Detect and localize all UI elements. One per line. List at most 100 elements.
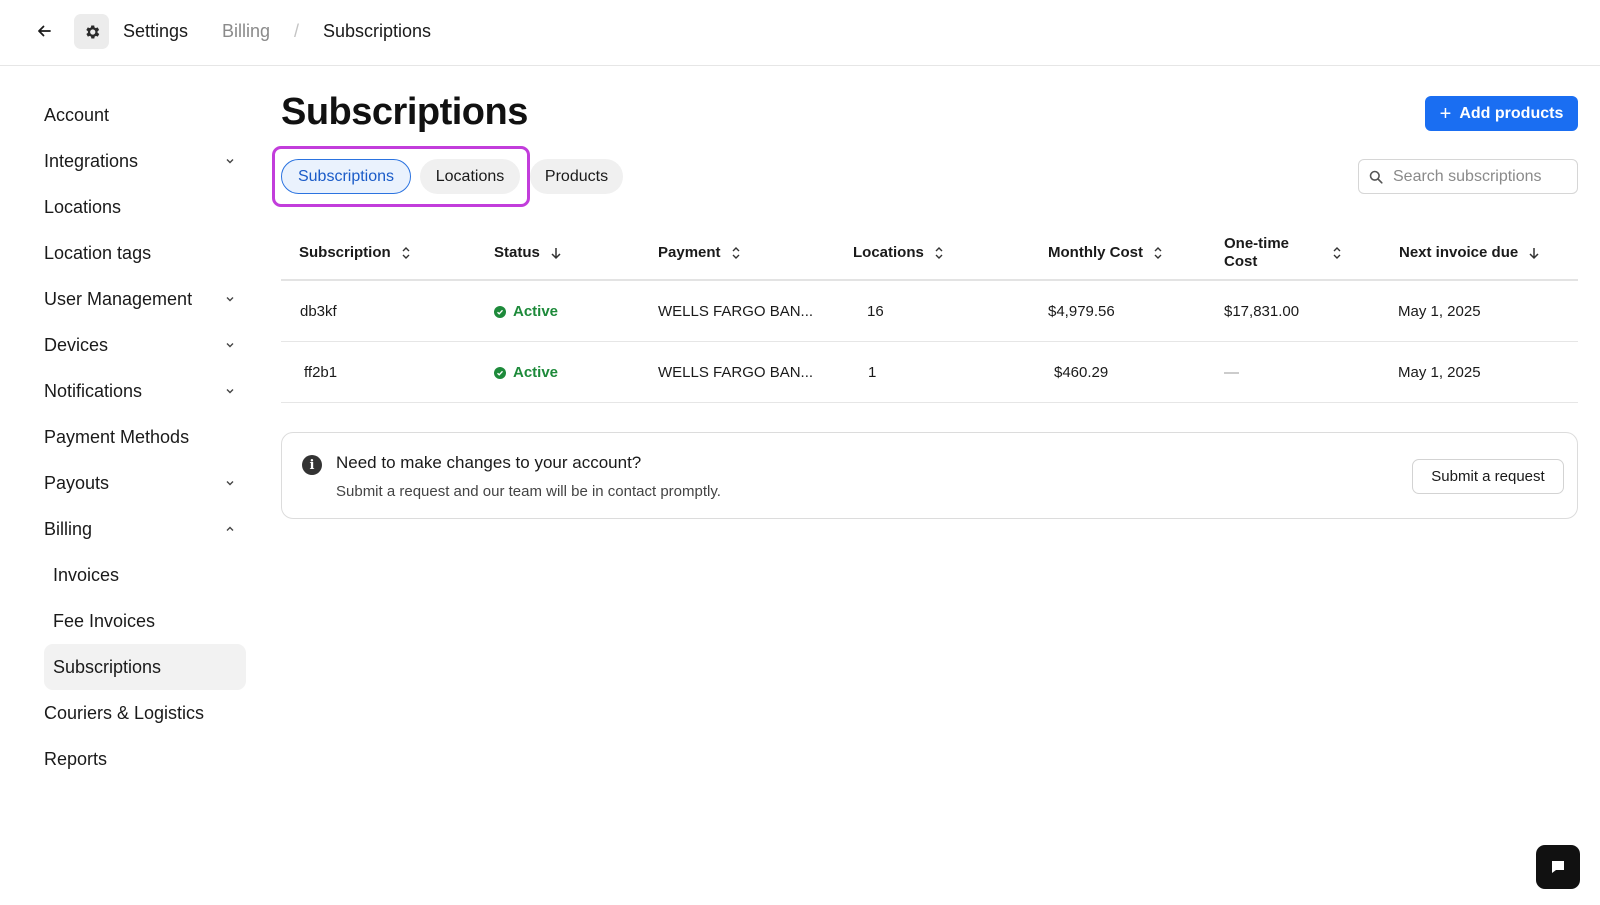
column-header-subscription[interactable]: Subscription xyxy=(299,224,411,281)
gear-icon xyxy=(85,24,99,39)
column-label: Status xyxy=(494,243,540,261)
sidebar-item-billing[interactable]: Billing xyxy=(44,506,246,552)
chat-bubble-icon xyxy=(1552,861,1564,873)
chevron-down-icon xyxy=(226,389,234,394)
column-header-onetime-cost[interactable]: One-time Cost xyxy=(1224,224,1342,281)
sidebar-item-account[interactable]: Account xyxy=(44,92,246,138)
sidebar-item-label: Couriers & Logistics xyxy=(44,702,205,723)
breadcrumb-billing[interactable]: Billing xyxy=(222,20,270,42)
breadcrumb-current: Subscriptions xyxy=(323,21,432,41)
sidebar-item-payment-methods[interactable]: Payment Methods xyxy=(44,414,246,460)
chevron-down-icon xyxy=(226,343,234,348)
sidebar-item-subscriptions[interactable]: Subscriptions xyxy=(44,644,246,690)
sidebar-item-label: Integrations xyxy=(44,150,139,171)
cell-subscription: db3kf xyxy=(300,303,337,320)
table-row[interactable]: ff2b1 Active WELLS FARGO BAN... 1 $460.2… xyxy=(281,342,1578,403)
sidebar-item-couriers-logistics[interactable]: Couriers & Logistics xyxy=(44,690,246,736)
sidebar-item-label: Notifications xyxy=(44,380,143,401)
sidebar-item-user-management[interactable]: User Management xyxy=(44,276,246,322)
back-button[interactable] xyxy=(30,17,58,45)
column-label: Locations xyxy=(853,243,924,261)
cell-next-invoice: May 1, 2025 xyxy=(1398,303,1481,320)
sidebar-item-devices[interactable]: Devices xyxy=(44,322,246,368)
cell-payment: WELLS FARGO BAN... xyxy=(658,364,814,381)
sort-icon xyxy=(1154,246,1162,259)
cell-onetime-cost: $17,831.00 xyxy=(1224,303,1300,320)
cell-locations: 16 xyxy=(867,303,884,320)
breadcrumb-separator: / xyxy=(294,21,300,41)
sidebar-item-locations[interactable]: Locations xyxy=(44,184,246,230)
subscriptions-table: Subscription Status Payment Locations Mo… xyxy=(281,224,1578,403)
chat-button[interactable] xyxy=(1536,845,1580,889)
arrow-down-icon xyxy=(1529,247,1539,259)
chevron-down-icon xyxy=(226,481,234,486)
arrow-down-icon xyxy=(551,247,561,259)
sidebar-item-notifications[interactable]: Notifications xyxy=(44,368,246,414)
sidebar-item-label: Payouts xyxy=(44,472,110,493)
cell-next-invoice: May 1, 2025 xyxy=(1398,364,1481,381)
sort-icon xyxy=(1333,246,1341,259)
search-input[interactable] xyxy=(1393,167,1563,186)
sidebar-item-label: Location tags xyxy=(44,242,152,263)
chevron-up-icon xyxy=(226,526,234,531)
table-row[interactable]: db3kf Active WELLS FARGO BAN... 16 $4,97… xyxy=(281,281,1578,342)
cell-monthly-cost: $460.29 xyxy=(1054,364,1109,381)
sidebar-item-label: Devices xyxy=(44,334,109,355)
sort-icon xyxy=(732,246,740,259)
sidebar-item-invoices[interactable]: Invoices xyxy=(44,552,246,598)
cell-monthly-cost: $4,979.56 xyxy=(1048,303,1115,320)
submit-request-button[interactable]: Submit a request xyxy=(1412,459,1564,494)
sidebar-item-label: Fee Invoices xyxy=(53,610,156,631)
chevron-down-icon xyxy=(226,297,234,302)
banner-title: Need to make changes to your account? xyxy=(336,453,642,472)
sidebar: Account Integrations Locations Location … xyxy=(44,92,246,782)
status-badge: Active xyxy=(494,281,558,342)
sidebar-item-label: Billing xyxy=(44,518,93,539)
column-header-monthly-cost[interactable]: Monthly Cost xyxy=(1048,224,1163,281)
sidebar-item-fee-invoices[interactable]: Fee Invoices xyxy=(44,598,246,644)
column-label: One-time Cost xyxy=(1224,234,1290,270)
tab-locations[interactable]: Locations xyxy=(420,159,520,194)
search-icon xyxy=(1369,170,1383,184)
table-header: Subscription Status Payment Locations Mo… xyxy=(281,224,1578,281)
sidebar-item-reports[interactable]: Reports xyxy=(44,736,246,782)
tab-subscriptions[interactable]: Subscriptions xyxy=(281,159,411,194)
check-circle-icon xyxy=(494,305,506,318)
cell-subscription: ff2b1 xyxy=(304,364,338,381)
cell-onetime-cost: — xyxy=(1224,364,1239,381)
banner-text: Submit a request and our team will be in… xyxy=(336,483,721,500)
sidebar-item-label: User Management xyxy=(44,288,193,309)
settings-logo xyxy=(74,14,109,49)
plus-icon: + xyxy=(1439,102,1452,125)
info-banner: i Need to make changes to your account? … xyxy=(281,432,1578,519)
sort-icon xyxy=(402,246,410,259)
sidebar-item-integrations[interactable]: Integrations xyxy=(44,138,246,184)
cell-locations: 1 xyxy=(868,364,877,381)
page-title: Subscriptions xyxy=(281,91,528,133)
sidebar-item-label: Reports xyxy=(44,748,108,769)
check-circle-icon xyxy=(494,366,506,379)
sidebar-item-label: Invoices xyxy=(53,564,120,585)
sidebar-item-payouts[interactable]: Payouts xyxy=(44,460,246,506)
column-header-next-invoice[interactable]: Next invoice due xyxy=(1399,224,1540,281)
column-header-locations[interactable]: Locations xyxy=(853,224,944,281)
column-label: Payment xyxy=(658,243,721,261)
add-products-label: Add products xyxy=(1459,104,1564,122)
sort-icon xyxy=(935,246,943,259)
column-label: Subscription xyxy=(299,243,391,261)
column-label: Next invoice due xyxy=(1399,243,1519,261)
column-header-payment[interactable]: Payment xyxy=(658,224,741,281)
status-badge: Active xyxy=(494,342,558,403)
sidebar-item-label: Subscriptions xyxy=(53,656,162,677)
sidebar-item-label: Payment Methods xyxy=(44,426,190,447)
tab-products[interactable]: Products xyxy=(530,159,623,194)
arrow-left-icon xyxy=(38,25,51,37)
info-icon: i xyxy=(302,455,322,475)
sidebar-item-label: Locations xyxy=(44,196,122,217)
cell-payment: WELLS FARGO BAN... xyxy=(658,303,814,320)
add-products-button[interactable]: + Add products xyxy=(1425,96,1578,131)
column-header-status[interactable]: Status xyxy=(494,224,562,281)
breadcrumb-settings[interactable]: Settings xyxy=(123,20,188,42)
status-label: Active xyxy=(513,303,559,320)
sidebar-item-location-tags[interactable]: Location tags xyxy=(44,230,246,276)
